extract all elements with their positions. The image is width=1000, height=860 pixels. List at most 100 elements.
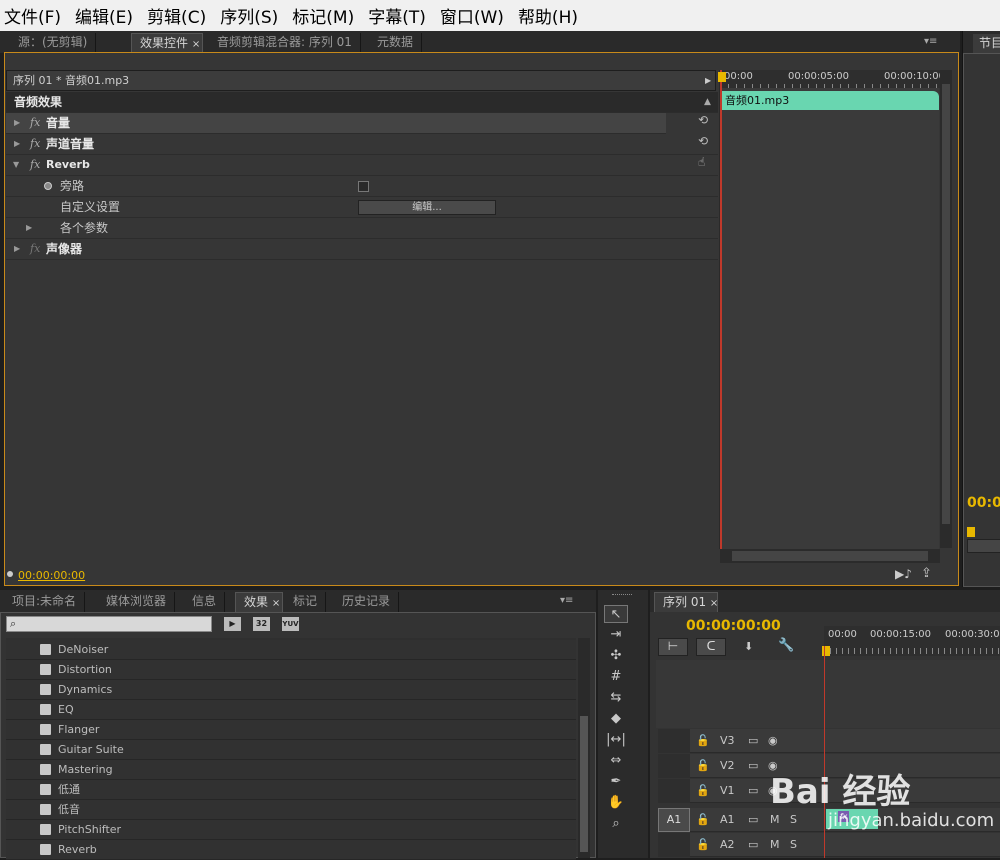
tab-source[interactable]: 源：(无剪辑) <box>10 33 97 53</box>
sequence-timecode[interactable]: 00:00:00:00 <box>686 618 781 634</box>
close-icon[interactable]: × <box>192 39 200 50</box>
tab-metadata[interactable]: 元数据 <box>369 33 423 53</box>
source-patch-a1[interactable]: A1 <box>658 808 690 832</box>
fx-icon[interactable]: fx <box>30 239 40 259</box>
program-playhead-icon[interactable] <box>967 527 975 537</box>
tab-program[interactable]: 节目 <box>973 34 1000 53</box>
menu-file[interactable]: 文件(F) <box>4 3 61 28</box>
menu-sequence[interactable]: 序列(S) <box>220 3 278 28</box>
effect-row-panner[interactable]: ▶ fx 声像器 <box>6 239 718 260</box>
param-row-individual-params[interactable]: ▶ 各个参数 <box>6 218 718 239</box>
pen-tool-icon[interactable]: ✒ <box>604 773 628 791</box>
export-icon[interactable]: ⇪ <box>921 566 932 581</box>
tab-markers[interactable]: 标记 <box>285 592 327 612</box>
panel-menu-icon[interactable]: ▾≡ <box>924 36 937 47</box>
sequence-ruler[interactable]: 00:00 00:00:15:00 00:00:30:0 <box>824 626 1000 656</box>
accelerated-effects-icon[interactable]: ▶ <box>224 617 241 631</box>
lock-icon[interactable]: 🔓 <box>696 784 710 797</box>
tab-effects[interactable]: 效果 × <box>235 592 283 612</box>
tab-sequence[interactable]: 序列 01 × <box>654 592 718 612</box>
panel-menu-icon[interactable]: ▾≡ <box>560 595 573 606</box>
mini-scrollbar[interactable] <box>720 549 940 563</box>
menu-help[interactable]: 帮助(H) <box>518 3 578 28</box>
fx-icon[interactable]: fx <box>30 113 40 133</box>
snap-icon[interactable]: ⊢ <box>658 638 688 656</box>
close-icon[interactable]: × <box>272 598 280 609</box>
solo-button[interactable]: S <box>790 838 797 851</box>
tab-media-browser[interactable]: 媒体浏览器 <box>98 592 176 612</box>
list-item[interactable]: 低通 <box>6 780 576 800</box>
fx-icon[interactable]: fx <box>30 134 40 154</box>
slide-tool-icon[interactable]: ⇔ <box>604 752 628 770</box>
reset-icon[interactable]: ⟲ <box>698 113 708 127</box>
timeline-audio-clip[interactable]: fx <box>826 809 878 829</box>
ec-timecode[interactable]: 00:00:00:00 <box>18 569 85 582</box>
wrench-icon[interactable]: 🔧 <box>778 638 794 653</box>
tab-audio-mixer[interactable]: 音频剪辑混合器: 序列 01 <box>209 33 361 53</box>
lock-icon[interactable]: 🔓 <box>696 734 710 747</box>
menu-window[interactable]: 窗口(W) <box>440 3 504 28</box>
selection-tool-icon[interactable]: ↖ <box>604 605 628 623</box>
mute-button[interactable]: M <box>770 838 780 851</box>
tab-project[interactable]: 项目:未命名 <box>4 592 86 612</box>
twirl-right-icon[interactable]: ▶ <box>14 239 22 259</box>
mute-button[interactable]: M <box>770 813 780 826</box>
rate-stretch-tool-icon[interactable]: ⇆ <box>604 689 628 707</box>
list-item[interactable]: DeNoiser <box>6 640 576 660</box>
lock-icon[interactable]: 🔓 <box>696 838 710 851</box>
tab-effect-controls[interactable]: 效果控件 × <box>131 33 203 53</box>
toggle-sync-icon[interactable]: ▭ <box>748 813 758 826</box>
playhead-line[interactable] <box>824 646 825 858</box>
toggle-sync-icon[interactable]: ▭ <box>748 734 758 747</box>
ripple-edit-tool-icon[interactable]: ✣ <box>604 647 628 665</box>
twirl-down-icon[interactable]: ▼ <box>13 155 21 175</box>
rolling-edit-tool-icon[interactable]: # <box>604 668 628 686</box>
close-icon[interactable]: × <box>710 598 718 609</box>
menu-edit[interactable]: 编辑(E) <box>75 3 133 28</box>
list-item[interactable]: PitchShifter <box>6 820 576 840</box>
toggle-sync-icon[interactable]: ▭ <box>748 759 758 772</box>
toggle-sync-icon[interactable]: ▭ <box>748 838 758 851</box>
lock-icon[interactable]: 🔓 <box>696 813 710 826</box>
fx-icon[interactable]: fx <box>30 155 40 175</box>
lock-icon[interactable]: 🔓 <box>696 759 710 772</box>
keyframe-toggle-icon[interactable] <box>44 182 52 190</box>
playhead-icon[interactable] <box>718 72 726 82</box>
track-select-tool-icon[interactable]: ⇥ <box>604 626 628 644</box>
list-item[interactable]: Mastering <box>6 760 576 780</box>
eye-icon[interactable]: ◉ <box>768 759 778 772</box>
eye-icon[interactable]: ◉ <box>768 784 778 797</box>
ec-vertical-scrollbar[interactable] <box>940 70 952 548</box>
tab-history[interactable]: 历史记录 <box>334 592 400 612</box>
bypass-checkbox[interactable] <box>358 181 369 192</box>
edit-button[interactable]: 编辑... <box>358 200 496 215</box>
tab-info[interactable]: 信息 <box>184 592 226 612</box>
twirl-right-icon[interactable]: ▶ <box>26 218 34 238</box>
32bit-effects-icon[interactable]: 32 <box>253 617 270 631</box>
effect-row-volume[interactable]: ▶ fx 音量 <box>6 113 666 134</box>
effects-list-scrollbar[interactable] <box>578 638 590 858</box>
menu-title[interactable]: 字幕(T) <box>368 3 426 28</box>
program-scrollbar[interactable] <box>967 539 1000 553</box>
hand-tool-icon[interactable]: ✋ <box>604 794 628 812</box>
list-item[interactable]: Reverb <box>6 840 576 860</box>
twirl-right-icon[interactable]: ▶ <box>14 134 22 154</box>
yuv-effects-icon[interactable]: YUV <box>282 617 299 631</box>
list-item[interactable]: Guitar Suite <box>6 740 576 760</box>
slip-tool-icon[interactable]: |↔| <box>604 731 628 749</box>
effect-row-reverb[interactable]: ▼ fx Reverb <box>6 155 718 176</box>
solo-button[interactable]: S <box>790 813 797 826</box>
play-audio-icon[interactable]: ▶♪ <box>895 567 912 581</box>
add-marker-icon[interactable]: ⬇ <box>744 640 753 653</box>
list-item[interactable]: Flanger <box>6 720 576 740</box>
playhead-line[interactable] <box>720 70 722 549</box>
eye-icon[interactable]: ◉ <box>768 734 778 747</box>
collapse-arrow-icon[interactable]: ▲ <box>704 92 711 112</box>
linked-selection-icon[interactable]: ᑕ <box>696 638 726 656</box>
expand-arrow-icon[interactable]: ▶ <box>705 71 711 91</box>
menu-marker[interactable]: 标记(M) <box>292 3 354 28</box>
twirl-right-icon[interactable]: ▶ <box>14 113 22 133</box>
effects-search-input[interactable]: ⌕ <box>6 616 212 632</box>
effect-row-channel-volume[interactable]: ▶ fx 声道音量 <box>6 134 718 155</box>
toggle-sync-icon[interactable]: ▭ <box>748 784 758 797</box>
